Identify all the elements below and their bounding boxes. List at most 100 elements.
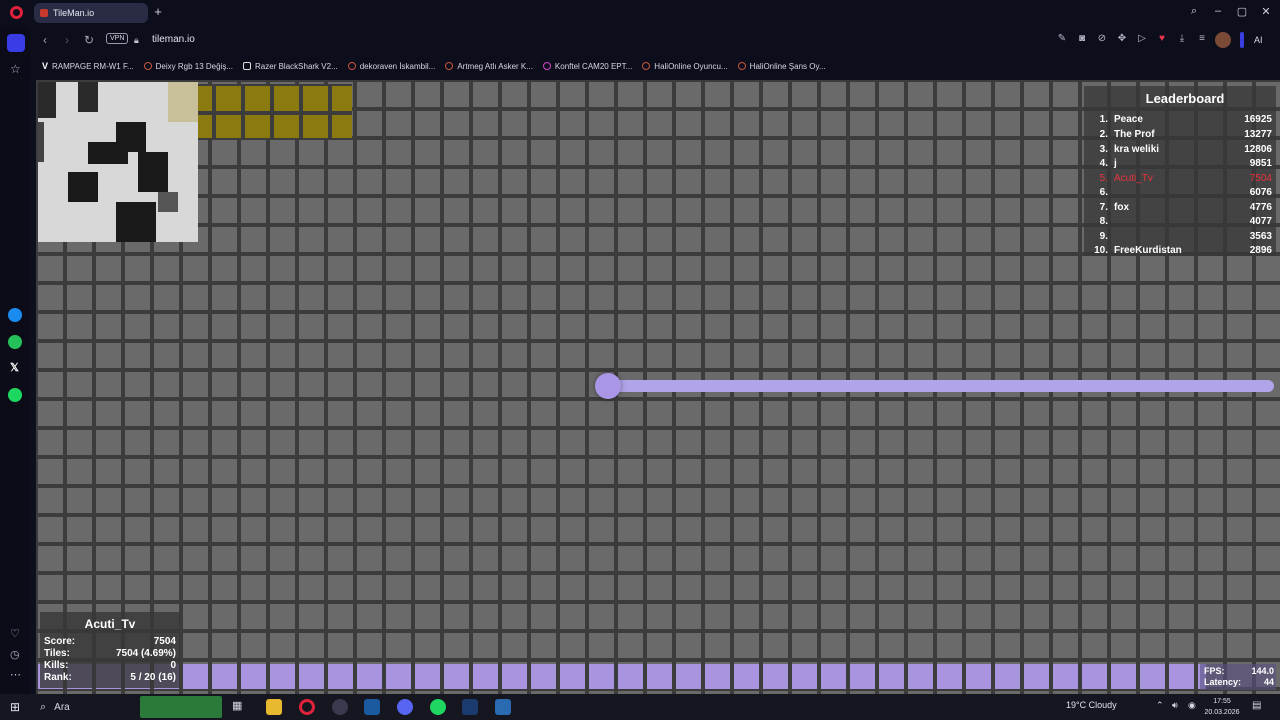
steam-alt-taskbar-icon[interactable] [462, 699, 478, 715]
file-explorer-icon[interactable] [266, 699, 282, 715]
leaderboard-rank: 2. [1099, 129, 1108, 140]
ai-button[interactable]: AI [1254, 35, 1263, 45]
leaderboard-rank: 8. [1099, 216, 1108, 227]
network-icon[interactable]: ◉ [1188, 700, 1196, 711]
home-icon[interactable] [7, 34, 25, 52]
leaderboard-row: 2. The Prof 13277 [1090, 129, 1272, 143]
bookmark-item[interactable]: Konftel CAM20 EPT... [542, 61, 633, 71]
minimap [38, 82, 198, 242]
latency-label: Latency: [1204, 677, 1242, 687]
task-view-icon[interactable]: ▦ [232, 699, 248, 715]
taskbar-widget-image[interactable] [140, 696, 222, 718]
back-button[interactable]: ‹ [38, 33, 52, 47]
opera-logo-icon[interactable] [10, 6, 23, 19]
leaderboard-row: 3. kra weliki 12806 [1090, 144, 1272, 158]
browser-tab[interactable]: TileMan.io [34, 3, 148, 23]
tray-chevron-icon[interactable]: ⌃ [1156, 700, 1164, 711]
player-avatar [595, 373, 621, 399]
leaderboard-score: 13277 [1244, 129, 1272, 140]
leaderboard-row: 10. FreeKurdistan 2896 [1090, 245, 1272, 259]
heart-outline-icon[interactable]: ♡ [10, 627, 20, 640]
close-button[interactable]: ✕ [1258, 5, 1274, 18]
x-twitter-icon[interactable]: 𝕏 [10, 361, 19, 374]
whatsapp-icon[interactable] [8, 335, 22, 349]
restore-button[interactable]: ▢ [1234, 5, 1250, 18]
camera-icon[interactable]: ◙ [1075, 33, 1089, 44]
bookmark-label: HaliOnline Şans Oy... [749, 61, 826, 71]
url-field[interactable]: tileman.io [152, 34, 195, 45]
stat-value: 5 / 20 (16) [130, 672, 176, 683]
leaderboard-rank: 4. [1099, 158, 1108, 169]
spotify-icon[interactable] [8, 388, 22, 402]
tab-title: TileMan.io [53, 8, 95, 18]
player-stats-panel: Acuti_Tv Score: 7504 Tiles: 7504 (4.69%) K… [40, 612, 180, 688]
extensions-icon[interactable]: ✥ [1115, 33, 1129, 44]
bookmark-label: RAMPAGE RM-W1 F... [52, 61, 134, 71]
notification-icon[interactable]: ▤ [1252, 700, 1261, 711]
player-name: Acuti_Tv [84, 617, 136, 631]
bookmark-item[interactable]: Artmeg Atlı Asker K... [445, 62, 533, 71]
history-icon[interactable]: ◷ [10, 648, 20, 661]
leaderboard-name: Acuti_Tv [1114, 173, 1153, 184]
bookmark-item[interactable]: HaliOnline Oyuncu... [642, 62, 728, 71]
bookmark-item[interactable]: Razer BlackShark V2... [243, 62, 338, 71]
star-icon[interactable]: ☆ [10, 62, 21, 76]
fps-value: 144.0 [1251, 666, 1274, 676]
bookmark-item[interactable]: V RAMPAGE RM-W1 F... [42, 61, 134, 71]
forward-button[interactable]: › [60, 33, 74, 47]
stat-tiles: Tiles: 7504 (4.69%) [44, 648, 176, 660]
weather-widget[interactable]: 19°C Cloudy [1066, 700, 1117, 710]
windows-start-icon[interactable]: ⊞ [10, 700, 20, 714]
taskbar-clock[interactable]: 17:55 20.03.2026 [1200, 696, 1244, 718]
game-canvas[interactable]: Leaderboard 1. Peace 16925 2. The Prof 13277… [36, 80, 1280, 694]
browser-title-bar [0, 0, 1280, 26]
download-icon[interactable]: ⤓ [1175, 33, 1189, 44]
leaderboard-row-current-player: 5. Acuti_Tv 7504 [1090, 173, 1272, 187]
app-alt-taskbar-icon[interactable] [495, 699, 511, 715]
bookmark-label: Artmeg Atlı Asker K... [457, 61, 533, 71]
stat-label: Rank: [44, 672, 72, 683]
adblock-icon[interactable]: ⊘ [1095, 33, 1109, 44]
profile-avatar[interactable] [1215, 32, 1231, 48]
app-taskbar-icon[interactable] [332, 699, 348, 715]
send-icon[interactable]: ▷ [1135, 33, 1149, 44]
bookmark-item[interactable]: dekoraven İskambil... [347, 61, 436, 71]
bookmark-item[interactable]: Deixy Rgb 13 Değiş... [143, 62, 233, 71]
bookmark-label: Konftel CAM20 EPT... [554, 61, 633, 71]
latency-value: 44 [1263, 677, 1274, 687]
volume-icon[interactable]: 🔊︎ [1172, 700, 1178, 711]
bookmark-item[interactable]: HaliOnline Şans Oy... [737, 61, 826, 71]
taskbar-search[interactable]: ⌕ Ara [30, 696, 138, 718]
stat-value: 7504 (4.69%) [115, 648, 176, 659]
leaderboard-score: 3563 [1249, 231, 1272, 242]
reload-button[interactable]: ↻ [82, 33, 96, 47]
bookmark-favicon-icon [347, 62, 356, 70]
leaderboard-rank: 6. [1099, 187, 1108, 198]
player-trail [610, 380, 1274, 392]
edit-icon[interactable]: ✎ [1055, 33, 1069, 44]
more-icon[interactable]: ⋯ [10, 668, 21, 681]
vpn-badge[interactable]: VPN [106, 33, 129, 44]
leaderboard-rank: 9. [1099, 231, 1108, 242]
leaderboard-name: Peace [1114, 114, 1143, 125]
discord-taskbar-icon[interactable] [397, 699, 413, 715]
messenger-icon[interactable] [8, 308, 22, 322]
leaderboard-row: 1. Peace 16925 [1090, 114, 1272, 128]
leaderboard-score: 4077 [1249, 216, 1272, 227]
search-tabs-icon[interactable]: ⌕ [1186, 5, 1202, 18]
menu-icon[interactable]: ≡ [1195, 33, 1209, 44]
leaderboard-name: FreeKurdistan [1114, 245, 1182, 256]
opera-taskbar-icon[interactable] [299, 699, 315, 715]
heart-icon[interactable]: ♥ [1155, 33, 1169, 44]
lock-icon[interactable]: 🔒︎ [134, 35, 139, 46]
minimize-button[interactable]: – [1210, 5, 1226, 17]
bookmark-label: Razer BlackShark V2... [255, 61, 338, 71]
stat-label: Score: [44, 636, 76, 647]
spotify-taskbar-icon[interactable] [430, 699, 446, 715]
bookmark-label: dekoraven İskambil... [359, 61, 436, 71]
stat-kills: Kills: 0 [44, 660, 176, 672]
browser-sidebar [0, 26, 30, 694]
new-tab-button[interactable]: + [152, 5, 164, 18]
steam-taskbar-icon[interactable] [364, 699, 380, 715]
fps-row: FPS: 144.0 [1204, 666, 1274, 677]
